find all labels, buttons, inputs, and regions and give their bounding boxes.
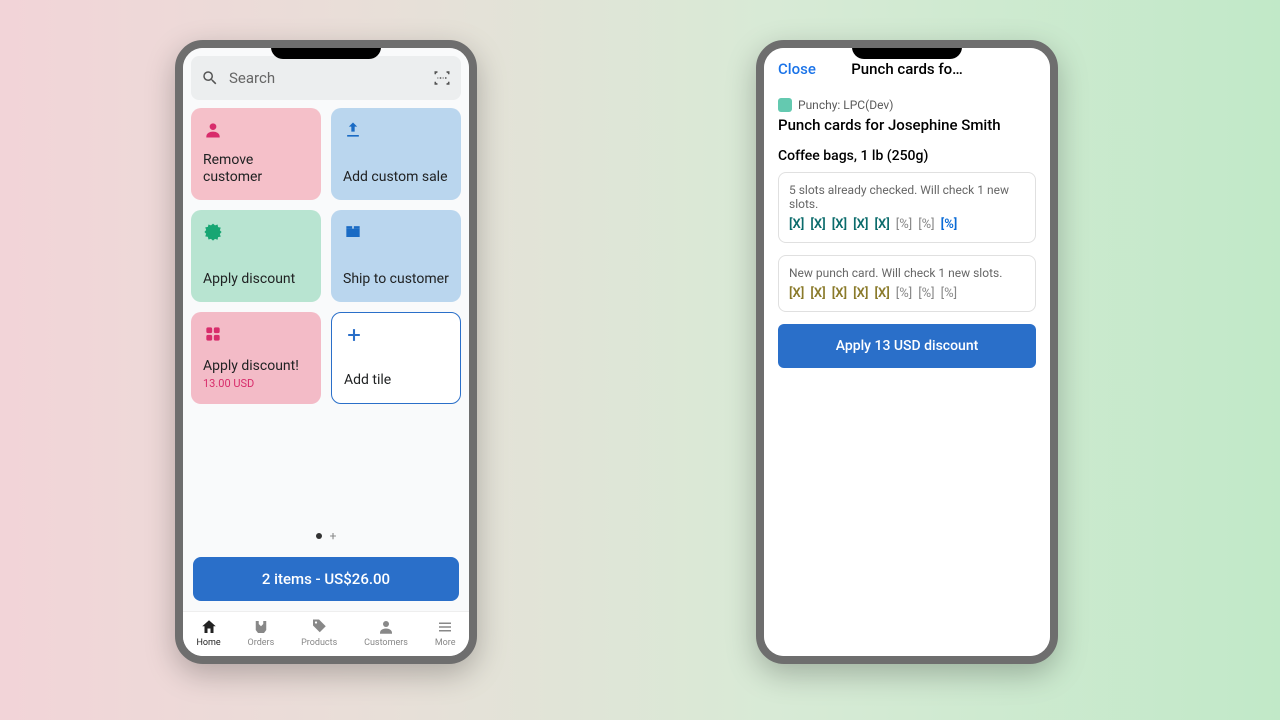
tab-more[interactable]: More <box>435 618 456 648</box>
pager: + <box>183 515 469 551</box>
page-title: Punch cards for Josephine Smith <box>778 116 1036 134</box>
tab-home[interactable]: Home <box>196 618 220 648</box>
barcode-icon[interactable] <box>433 69 451 87</box>
slot: [X] <box>853 286 868 301</box>
tile-grid: Remove customer Add custom sale Apply di… <box>183 108 469 404</box>
punch-card-2: New punch card. Will check 1 new slots. … <box>778 255 1036 312</box>
notch <box>271 47 381 59</box>
card-text: New punch card. Will check 1 new slots. <box>789 266 1025 280</box>
apply-discount-button[interactable]: Apply 13 USD discount <box>778 324 1036 368</box>
tile-label: Add custom sale <box>343 169 449 186</box>
tab-products[interactable]: Products <box>301 618 337 648</box>
tile-label: Remove customer <box>203 152 309 186</box>
discount-badge-icon <box>203 222 223 242</box>
tile-ship-to-customer[interactable]: Ship to customer <box>331 210 461 302</box>
slot: [%] <box>896 286 912 301</box>
phone-left: Search Remove customer Add custom sale A… <box>175 40 477 664</box>
slot: [%] <box>918 217 934 232</box>
tile-add-tile[interactable]: Add tile <box>331 312 461 404</box>
search-placeholder: Search <box>229 69 423 87</box>
tile-label: Ship to customer <box>343 271 449 288</box>
slot: [X] <box>810 286 825 301</box>
person-icon <box>377 618 395 636</box>
slot: [%] <box>918 286 934 301</box>
person-icon <box>203 120 223 140</box>
slot: [X] <box>874 286 889 301</box>
menu-icon <box>436 618 454 636</box>
app-label: Punchy: LPC(Dev) <box>778 98 1036 112</box>
tile-label: Apply discount <box>203 271 309 288</box>
card-text: 5 slots already checked. Will check 1 ne… <box>789 183 1025 211</box>
cart-button[interactable]: 2 items - US$26.00 <box>193 557 459 601</box>
app-name: Punchy: LPC(Dev) <box>798 98 893 112</box>
upload-icon <box>343 120 363 140</box>
home-icon <box>200 618 218 636</box>
tile-add-custom-sale[interactable]: Add custom sale <box>331 108 461 200</box>
modal-title: Punch cards fo… <box>851 60 963 78</box>
app-grid-icon <box>203 324 223 344</box>
slot: [X] <box>810 217 825 232</box>
tab-orders[interactable]: Orders <box>248 618 275 648</box>
slot: [X] <box>874 217 889 232</box>
slot: [%] <box>896 217 912 232</box>
tile-label: Add tile <box>344 372 448 389</box>
cart-label: 2 items - US$26.00 <box>262 570 390 588</box>
slot: [%] <box>941 217 958 232</box>
slot: [X] <box>789 286 804 301</box>
tile-sublabel: 13.00 USD <box>203 377 309 390</box>
notch <box>852 47 962 59</box>
screen-left: Search Remove customer Add custom sale A… <box>183 48 469 656</box>
search-bar[interactable]: Search <box>191 56 461 100</box>
bottom-tabs: Home Orders Products Customers More <box>183 611 469 656</box>
search-icon <box>201 69 219 87</box>
page-dot[interactable] <box>316 533 322 539</box>
apply-label: Apply 13 USD discount <box>836 338 979 354</box>
tag-icon <box>310 618 328 636</box>
close-button[interactable]: Close <box>778 60 816 78</box>
phone-right: Close Punch cards fo… Punchy: LPC(Dev) P… <box>756 40 1058 664</box>
punch-card-1: 5 slots already checked. Will check 1 ne… <box>778 172 1036 243</box>
slot-row: [X] [X] [X] [X] [X] [%] [%] [%] <box>789 217 1025 232</box>
app-icon <box>778 98 792 112</box>
tile-label: Apply discount! <box>203 358 309 375</box>
tile-apply-discount[interactable]: Apply discount <box>191 210 321 302</box>
slot: [X] <box>853 217 868 232</box>
content: Punchy: LPC(Dev) Punch cards for Josephi… <box>764 90 1050 368</box>
slot: [X] <box>832 217 847 232</box>
plus-icon <box>344 325 364 345</box>
tile-apply-discount-app[interactable]: Apply discount! 13.00 USD <box>191 312 321 404</box>
slot: [X] <box>832 286 847 301</box>
inbox-icon <box>252 618 270 636</box>
slot: [X] <box>789 217 804 232</box>
product-name: Coffee bags, 1 lb (250g) <box>778 148 1036 164</box>
tab-customers[interactable]: Customers <box>364 618 408 648</box>
add-page-icon[interactable]: + <box>330 529 337 543</box>
slot: [%] <box>941 286 957 301</box>
tile-remove-customer[interactable]: Remove customer <box>191 108 321 200</box>
slot-row: [X] [X] [X] [X] [X] [%] [%] [%] <box>789 286 1025 301</box>
package-icon <box>343 222 363 242</box>
screen-right: Close Punch cards fo… Punchy: LPC(Dev) P… <box>764 48 1050 656</box>
